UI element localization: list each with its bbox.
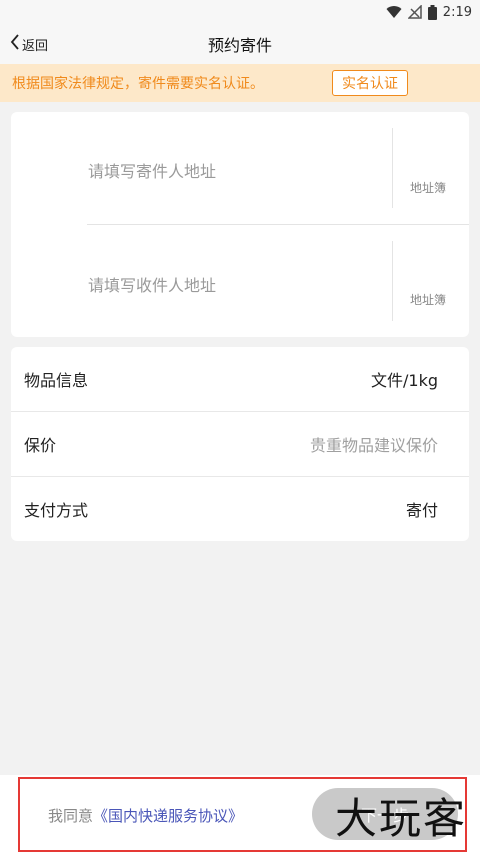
realname-verify-button[interactable]: 实名认证	[332, 70, 408, 96]
no-signal-icon	[407, 5, 422, 19]
chevron-left-icon	[10, 34, 20, 54]
back-button[interactable]: 返回	[10, 24, 48, 64]
watermark: 大玩客	[335, 794, 468, 843]
receiver-address-input[interactable]: 请填写收件人地址	[88, 272, 216, 296]
divider	[392, 241, 393, 321]
item-info-row[interactable]: 物品信息 文件/1kg	[11, 347, 469, 411]
agreement-link[interactable]: 《国内快递服务协议》	[93, 807, 243, 825]
receiver-address-book-button[interactable]: 地址簿	[410, 291, 446, 308]
wifi-icon	[386, 5, 402, 19]
insurance-label: 保价	[24, 436, 57, 455]
sender-address-row[interactable]: 请填写寄件人地址 地址簿	[11, 112, 469, 224]
nav-bar: 返回 预约寄件	[0, 24, 480, 64]
payment-method-value: 寄付	[405, 501, 438, 520]
agreement-prefix: 我同意	[48, 807, 94, 825]
item-info-value: 文件/1kg	[371, 371, 438, 390]
payment-method-row[interactable]: 支付方式 寄付	[11, 477, 469, 541]
item-info-label: 物品信息	[24, 371, 89, 390]
notice-text: 根据国家法律规定，寄件需要实名认证。	[12, 76, 264, 92]
address-card: 请填写寄件人地址 地址簿 请填写收件人地址 地址簿	[11, 112, 469, 337]
payment-method-label: 支付方式	[24, 501, 89, 520]
back-label: 返回	[22, 38, 49, 54]
insurance-input[interactable]: 贵重物品建议保价	[310, 432, 438, 456]
status-bar: 2:19	[0, 0, 480, 24]
divider	[392, 128, 393, 208]
receiver-address-row[interactable]: 请填写收件人地址 地址簿	[11, 225, 469, 337]
realname-notice: 根据国家法律规定，寄件需要实名认证。 实名认证	[0, 64, 480, 102]
clock: 2:19	[442, 4, 472, 20]
insurance-row[interactable]: 保价 贵重物品建议保价	[11, 412, 469, 476]
shipment-info-card: 物品信息 文件/1kg 保价 贵重物品建议保价 支付方式 寄付	[11, 347, 469, 541]
agreement-text: 我同意《国内快递服务协议》	[48, 805, 243, 826]
battery-icon	[427, 4, 437, 20]
sender-address-input[interactable]: 请填写寄件人地址	[88, 158, 216, 182]
sender-address-book-button[interactable]: 地址簿	[410, 179, 446, 196]
page-title: 预约寄件	[207, 36, 272, 55]
